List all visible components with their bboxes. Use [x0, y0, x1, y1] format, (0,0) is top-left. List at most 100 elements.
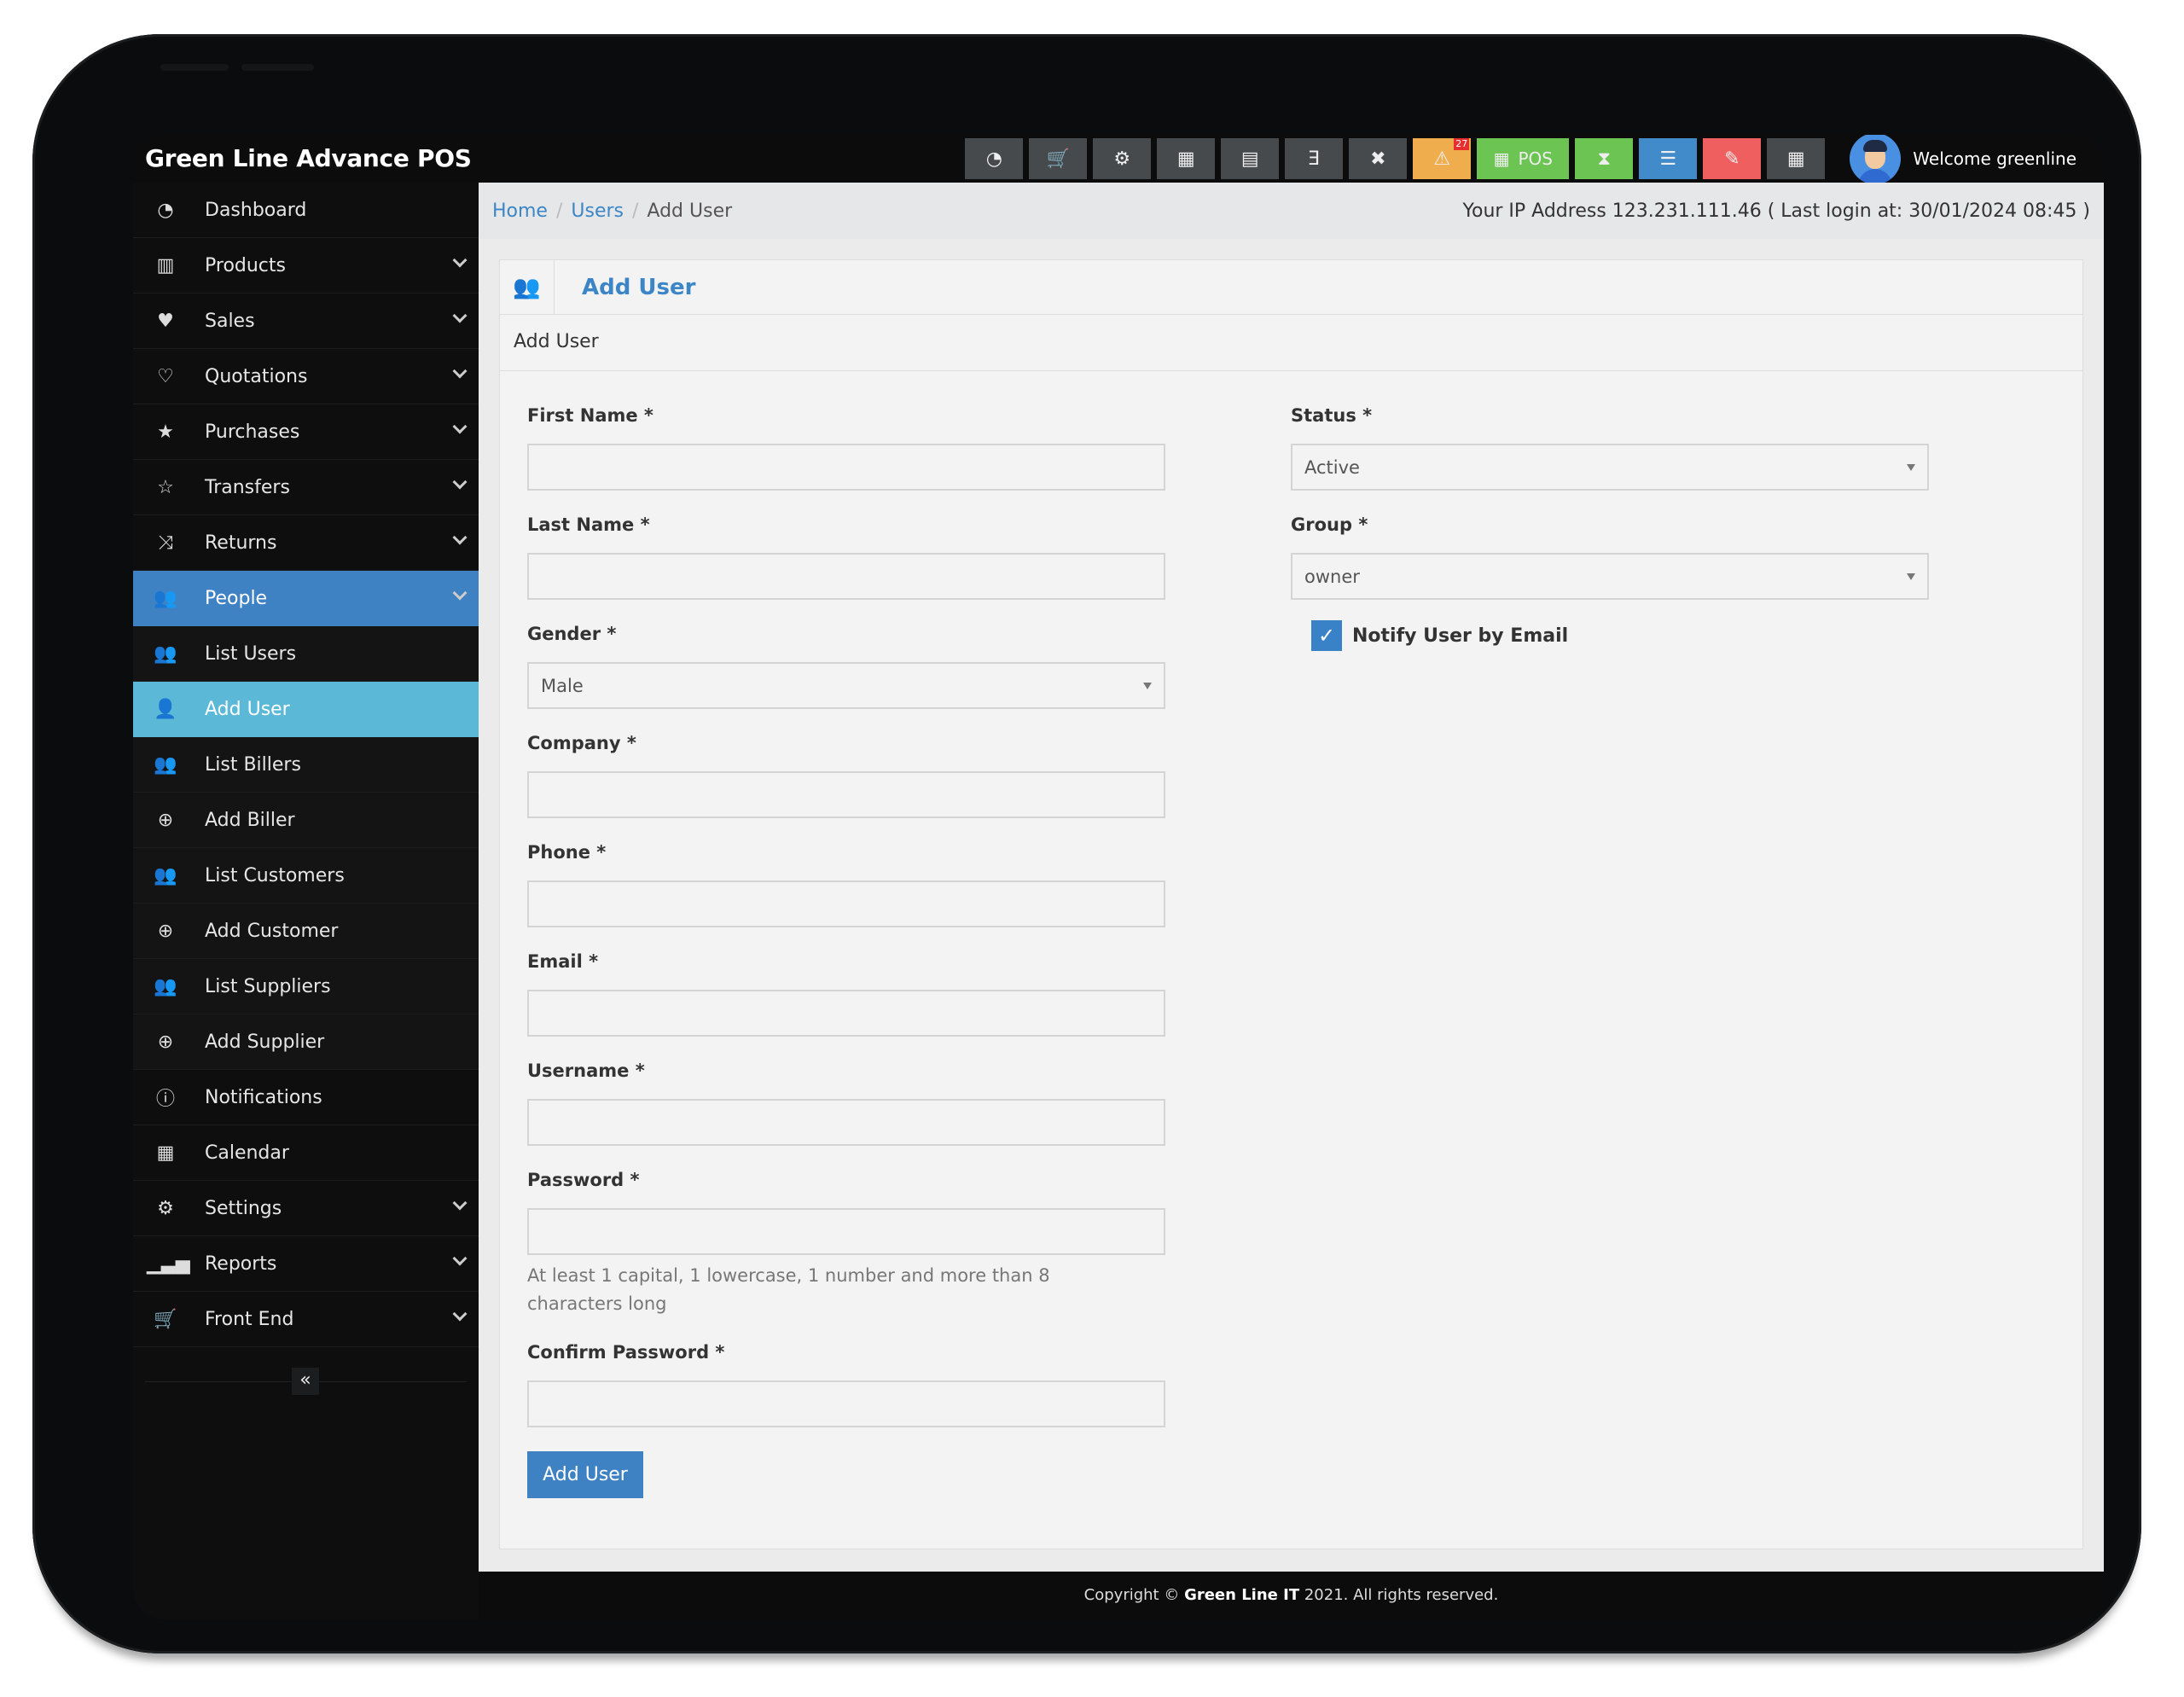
plus-circle-icon: ⊕: [157, 809, 174, 831]
dashboard-icon: ◔: [157, 199, 174, 221]
sidebar-item-add-supplier[interactable]: ⊕ Add Supplier: [133, 1014, 479, 1070]
sidebar-item-notifications[interactable]: ⓘ Notifications: [133, 1070, 479, 1125]
calculator-button[interactable]: ▦: [1157, 138, 1216, 179]
main-content: Home / Users / Add User Your IP Address …: [479, 183, 2104, 1572]
caret-down-icon: [1907, 573, 1915, 580]
company-label: Company *: [527, 733, 636, 753]
password-group: Password * At least 1 capital, 1 lowerca…: [527, 1170, 1165, 1318]
chevron-down-icon: [452, 419, 468, 434]
status-select[interactable]: Active: [1291, 444, 1929, 491]
confirm-password-group: Confirm Password *: [527, 1342, 1165, 1427]
sidebar-item-add-biller[interactable]: ⊕ Add Biller: [133, 793, 479, 848]
cart-icon: 🛒: [1046, 148, 1070, 170]
device-button: [241, 64, 314, 71]
sidebar-item-list-billers[interactable]: 👥 List Billers: [133, 737, 479, 793]
footer: Copyright © Green Line IT 2021. All righ…: [479, 1572, 2104, 1619]
uk-flag-button[interactable]: ✖: [1349, 138, 1408, 179]
user-menu[interactable]: Welcome greenline: [1850, 135, 2077, 184]
company-input[interactable]: [527, 771, 1165, 818]
confirm-password-input[interactable]: [527, 1380, 1165, 1427]
chevron-down-icon: [452, 253, 468, 268]
email-input[interactable]: [527, 990, 1165, 1037]
sidebar-item-transfers[interactable]: ☆ Transfers: [133, 460, 479, 515]
plus-circle-icon: ⊕: [157, 920, 174, 942]
last-name-input[interactable]: [527, 553, 1165, 600]
cogs-icon: ⚙: [1113, 148, 1131, 170]
sidebar-item-label: List Customers: [205, 864, 345, 886]
sidebar-item-calendar[interactable]: ▦ Calendar: [133, 1125, 479, 1181]
sidebar-item-reports[interactable]: ▁▃▅ Reports: [133, 1236, 479, 1292]
calendar-button[interactable]: ▤: [1221, 138, 1280, 179]
dashboard-button[interactable]: ◔: [965, 138, 1024, 179]
password-help-text: At least 1 capital, 1 lowercase, 1 numbe…: [527, 1265, 1050, 1314]
first-name-label: First Name *: [527, 405, 653, 426]
breadcrumb-separator: /: [632, 200, 639, 222]
top-toolbar: ◔ 🛒 ⚙ ▦ ▤ Ǝ ✖ ⚠ 27 ▦ POS ⧗ ☰ ✎ ▦ Welcome greenline: [965, 135, 2077, 184]
alert-icon: ⚠: [1433, 148, 1451, 170]
box-intro-text: Add User: [500, 315, 2082, 371]
users-icon: 👥: [154, 975, 177, 997]
pos-button-label: POS: [1518, 148, 1554, 169]
sidebar-item-returns[interactable]: ⤨ Returns: [133, 515, 479, 571]
group-selected-value: owner: [1304, 566, 1360, 587]
chevron-down-icon: [452, 530, 468, 545]
list-button[interactable]: ☰: [1639, 138, 1698, 179]
sidebar-item-list-customers[interactable]: 👥 List Customers: [133, 848, 479, 904]
sidebar-item-list-users[interactable]: 👥 List Users: [133, 626, 479, 682]
cart-button[interactable]: 🛒: [1029, 138, 1088, 179]
username-input[interactable]: [527, 1099, 1165, 1146]
sidebar-item-label: Add Customer: [205, 920, 339, 942]
sidebar-item-sales[interactable]: ♥ Sales: [133, 293, 479, 349]
notify-user-checkbox[interactable]: ✓: [1311, 620, 1342, 651]
sidebar-item-quotations[interactable]: ♡ Quotations: [133, 349, 479, 404]
random-icon: ⤨: [158, 532, 173, 554]
sidebar-item-front-end[interactable]: 🛒 Front End: [133, 1292, 479, 1347]
sidebar-item-label: Add Biller: [205, 809, 295, 831]
sidebar-item-label: List Suppliers: [205, 975, 331, 997]
css3-button[interactable]: Ǝ: [1285, 138, 1344, 179]
sidebar-item-label: Returns: [205, 532, 277, 554]
first-name-input[interactable]: [527, 444, 1165, 491]
breadcrumb-users-link[interactable]: Users: [571, 201, 624, 222]
sidebar-item-label: Add User: [205, 699, 290, 720]
sidebar: ◔ Dashboard ▥ Products ♥ Sales ♡ Quotations ★ Pur…: [133, 183, 479, 1619]
group-select[interactable]: owner: [1291, 553, 1929, 600]
users-icon: 👥: [154, 864, 177, 886]
phone-input[interactable]: [527, 880, 1165, 927]
sidebar-item-products[interactable]: ▥ Products: [133, 238, 479, 293]
add-user-box: 👥 Add User Add User First Name * Last Na…: [499, 259, 2083, 1549]
collapse-sidebar-button[interactable]: «: [292, 1368, 319, 1395]
chevron-down-icon: [452, 474, 468, 490]
uk-flag-icon: ✖: [1370, 148, 1386, 170]
sidebar-collapse-row: «: [133, 1347, 479, 1404]
sidebar-item-label: Front End: [205, 1308, 294, 1330]
avatar-hair: [1863, 140, 1888, 152]
chevron-down-icon: [452, 308, 468, 323]
sidebar-item-add-user[interactable]: 👤 Add User: [133, 682, 479, 737]
sidebar-item-list-suppliers[interactable]: 👥 List Suppliers: [133, 959, 479, 1014]
sidebar-item-settings[interactable]: ⚙ Settings: [133, 1181, 479, 1236]
sidebar-item-label: Quotations: [205, 365, 308, 387]
eraser-button[interactable]: ✎: [1703, 138, 1762, 179]
group-label: Group *: [1291, 514, 1368, 535]
pos-grid-icon: ▦: [1493, 148, 1510, 169]
cogs-button[interactable]: ⚙: [1093, 138, 1152, 179]
gender-label: Gender *: [527, 624, 617, 644]
grid-button[interactable]: ▦: [1767, 138, 1826, 179]
alert-button[interactable]: ⚠ 27: [1413, 138, 1472, 179]
users-icon: 👥: [154, 588, 177, 609]
breadcrumb-home-link[interactable]: Home: [492, 201, 548, 222]
sidebar-nav: ◔ Dashboard ▥ Products ♥ Sales ♡ Quotations ★ Pur…: [133, 183, 479, 1347]
sidebar-item-purchases[interactable]: ★ Purchases: [133, 404, 479, 460]
user-plus-icon: 👤: [154, 699, 177, 720]
confirm-password-label: Confirm Password *: [527, 1342, 725, 1363]
hourglass-button[interactable]: ⧗: [1575, 138, 1634, 179]
sidebar-item-label: Notifications: [205, 1086, 322, 1108]
password-input[interactable]: [527, 1208, 1165, 1255]
add-user-button[interactable]: Add User: [527, 1451, 643, 1498]
sidebar-item-add-customer[interactable]: ⊕ Add Customer: [133, 904, 479, 959]
sidebar-item-dashboard[interactable]: ◔ Dashboard: [133, 183, 479, 238]
gender-select[interactable]: Male: [527, 662, 1165, 709]
pos-grid-button[interactable]: ▦ POS: [1477, 138, 1570, 179]
sidebar-item-people[interactable]: 👥 People: [133, 571, 479, 626]
